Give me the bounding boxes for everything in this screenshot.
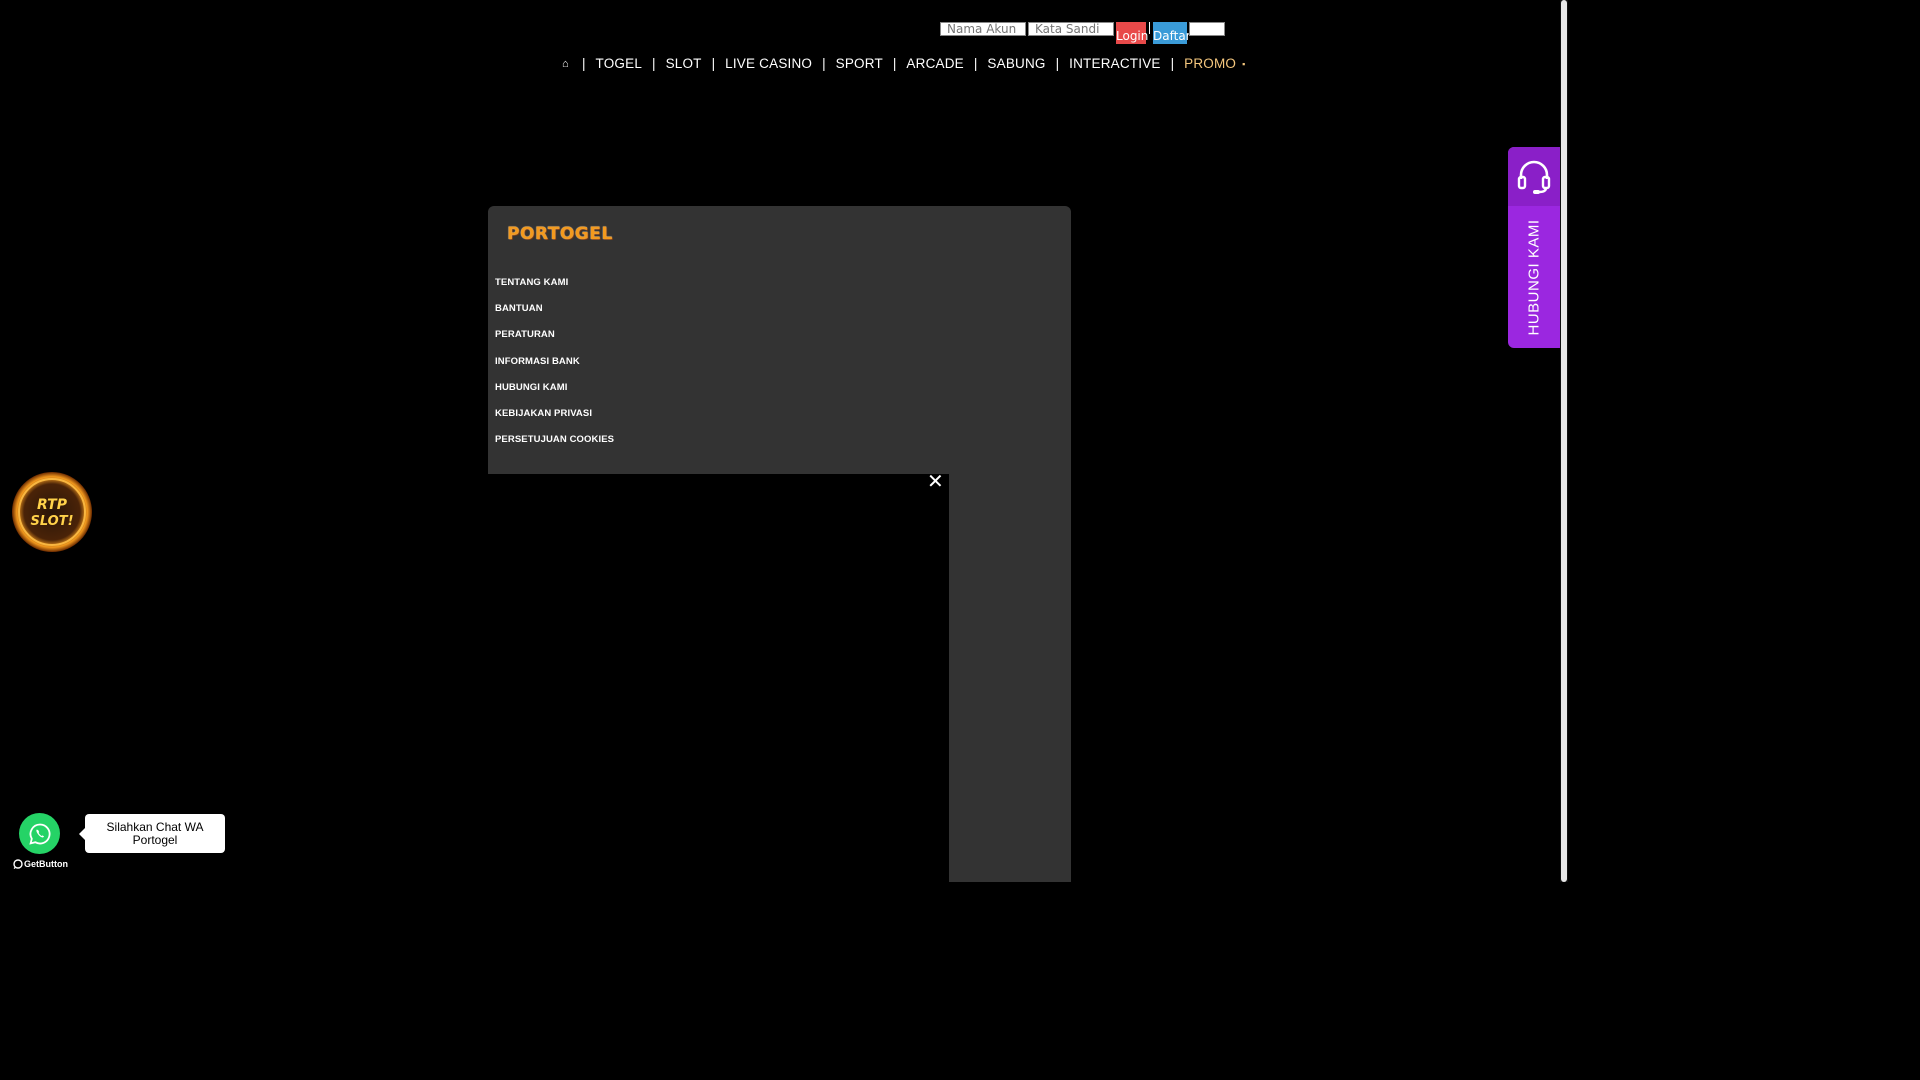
contact-label-text: HUBUNGI KAMI xyxy=(1525,218,1543,336)
password-input[interactable] xyxy=(1028,22,1114,36)
getbutton-label: GetButton xyxy=(24,859,68,869)
nav-item-interactive[interactable]: INTERACTIVE xyxy=(1069,56,1160,71)
popup-overlay: ✕ xyxy=(488,472,949,882)
nav-separator: | xyxy=(1055,56,1060,71)
gift-icon: ▪ xyxy=(1242,58,1246,69)
getbutton-credit[interactable]: GetButton xyxy=(13,859,68,869)
nav-separator: | xyxy=(973,56,978,71)
nav-item-live-casino[interactable]: LIVE CASINO xyxy=(725,56,812,71)
footer-link-bantuan[interactable]: BANTUAN xyxy=(495,303,543,314)
nav-item-togel[interactable]: TOGEL xyxy=(596,56,643,71)
rtp-slot-badge[interactable]: RTP SLOT! xyxy=(9,470,95,554)
nav-item-sabung[interactable]: SABUNG xyxy=(987,56,1045,71)
footer-links: TENTANG KAMI BANTUAN PERATURAN INFORMASI… xyxy=(495,272,614,455)
footer-link-tentang-kami[interactable]: TENTANG KAMI xyxy=(495,277,568,288)
nav-item-slot[interactable]: SLOT xyxy=(666,56,702,71)
close-icon[interactable]: ✕ xyxy=(927,472,944,492)
nav-separator: | xyxy=(892,56,897,71)
whatsapp-button[interactable] xyxy=(19,813,60,854)
home-icon[interactable]: ⌂ xyxy=(562,58,572,70)
whatsapp-chat-bubble[interactable]: Silahkan Chat WA Portogel xyxy=(79,814,225,853)
footer-link-kebijakan-privasi[interactable]: KEBIJAKAN PRIVASI xyxy=(495,408,592,419)
page-scrollbar[interactable] xyxy=(1560,0,1568,882)
contact-widget-label[interactable]: HUBUNGI KAMI xyxy=(1508,217,1560,337)
nav-separator: | xyxy=(652,56,656,71)
rtp-badge-line2: SLOT! xyxy=(30,514,73,529)
rtp-badge-line1: RTP xyxy=(37,497,68,513)
brand-logo[interactable]: PORTOGEL xyxy=(507,224,613,244)
getbutton-icon xyxy=(13,859,23,869)
footer-link-persetujuan-cookies[interactable]: PERSETUJUAN COOKIES xyxy=(495,434,614,445)
contact-widget-header[interactable] xyxy=(1508,147,1560,206)
scrollbar-thumb[interactable] xyxy=(1561,0,1567,882)
contact-widget[interactable]: HUBUNGI KAMI xyxy=(1508,147,1560,348)
nav-item-arcade[interactable]: ARCADE xyxy=(906,56,963,71)
login-bar: Login Daftar xyxy=(940,22,1225,44)
main-nav: ⌂ | TOGEL | SLOT | LIVE CASINO | SPORT |… xyxy=(562,56,1245,71)
nav-item-sport[interactable]: SPORT xyxy=(836,56,883,71)
nav-separator: | xyxy=(1170,56,1175,71)
nav-item-promo[interactable]: PROMO xyxy=(1184,56,1236,71)
whatsapp-icon xyxy=(28,823,50,845)
login-button[interactable]: Login xyxy=(1116,22,1148,44)
nav-separator: | xyxy=(711,56,716,71)
headset-icon xyxy=(1517,160,1551,194)
captcha-box[interactable] xyxy=(1189,22,1225,36)
footer-link-peraturan[interactable]: PERATURAN xyxy=(495,329,555,340)
register-button[interactable]: Daftar xyxy=(1153,22,1191,44)
username-input[interactable] xyxy=(940,22,1026,36)
footer-link-informasi-bank[interactable]: INFORMASI BANK xyxy=(495,356,580,367)
nav-separator: | xyxy=(582,56,586,71)
nav-separator: | xyxy=(822,56,826,71)
button-divider xyxy=(1149,22,1150,34)
footer-link-hubungi-kami[interactable]: HUBUNGI KAMI xyxy=(495,382,567,393)
whatsapp-bubble-text: Silahkan Chat WA Portogel xyxy=(106,819,204,847)
